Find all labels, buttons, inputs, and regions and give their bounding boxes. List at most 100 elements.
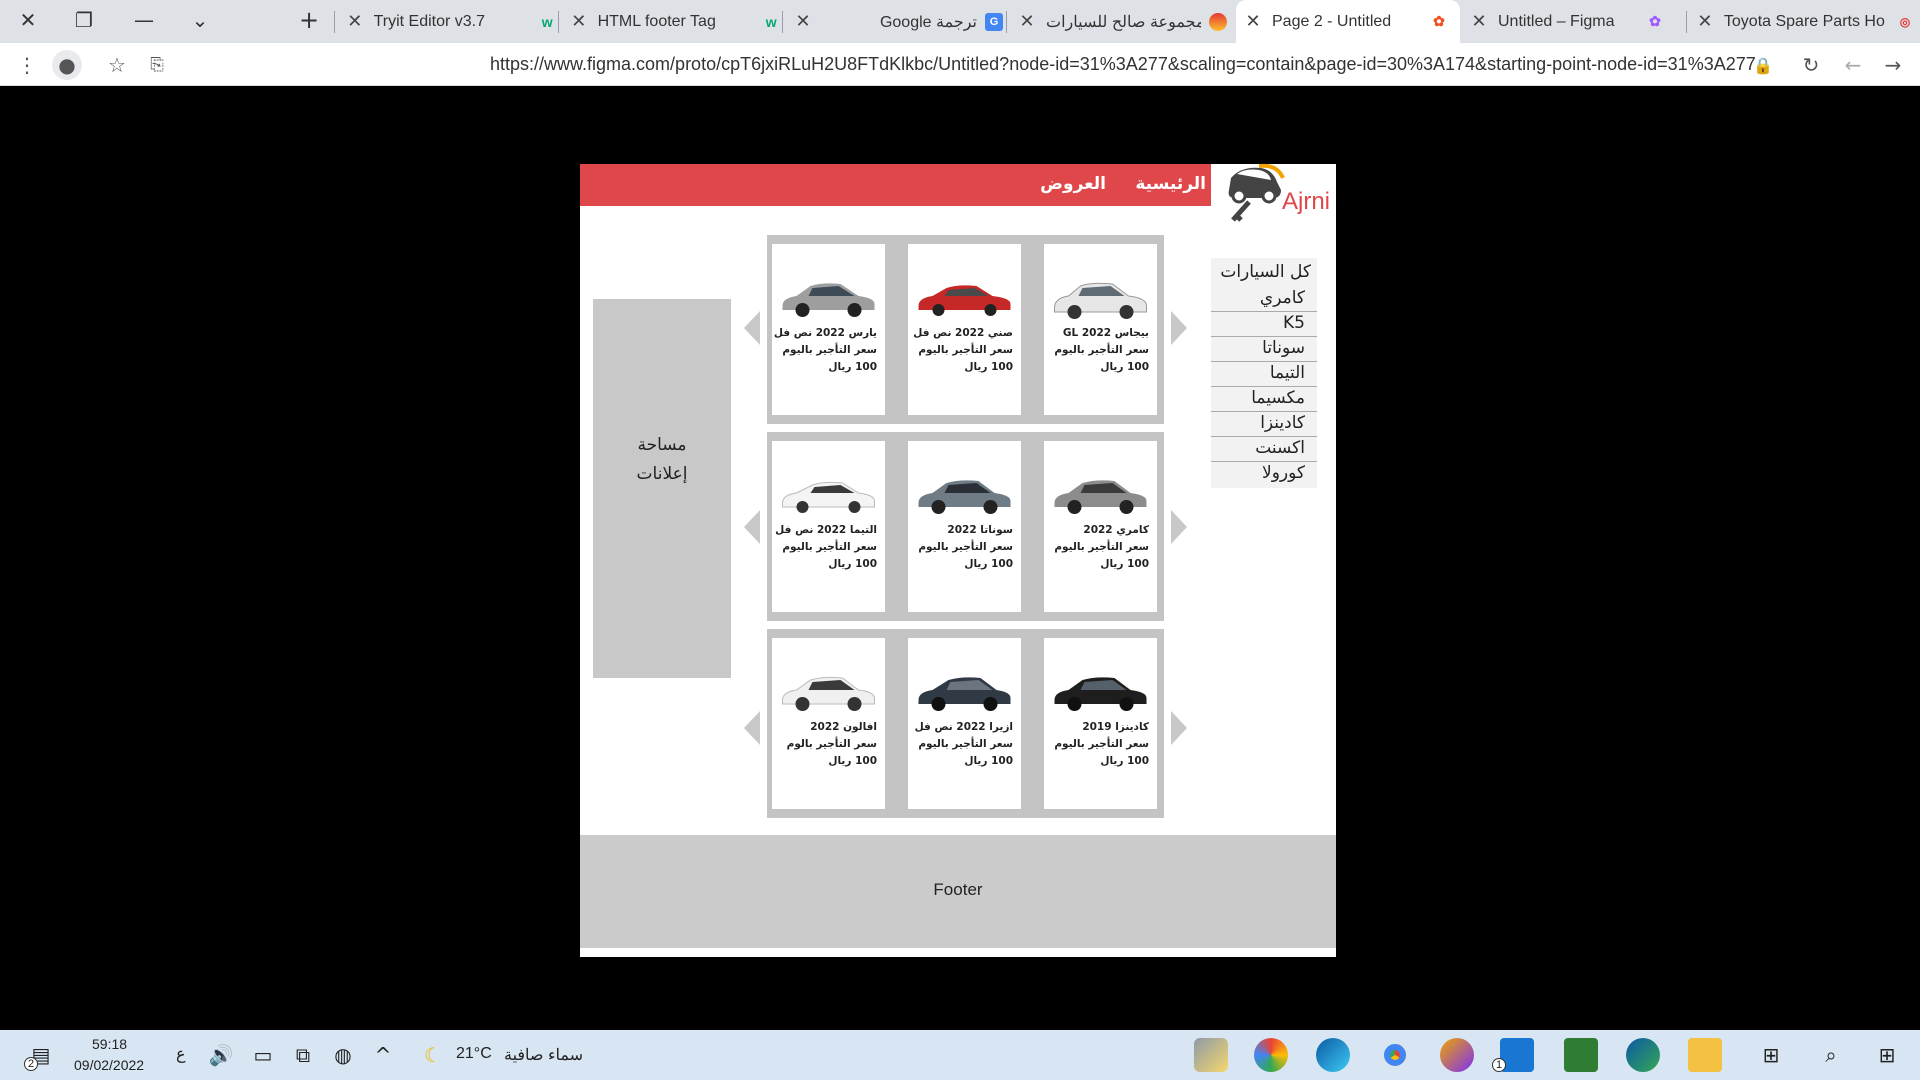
car-name: سوناتا 2022 [947, 524, 1013, 536]
close-tab-icon[interactable]: ✕ [568, 11, 590, 32]
tab-saleh-cars[interactable]: ✕ مجموعة صالح للسيارات [1016, 0, 1228, 43]
row1-next-arrow-icon[interactable] [1171, 311, 1187, 345]
brave-app-icon[interactable] [1440, 1038, 1474, 1072]
tab-google-translate[interactable]: ✕ Google ترجمة G [792, 0, 1004, 43]
car-card-pegas[interactable]: بيجاس GL 2022 سعر التأجير باليوم 100 ريا… [1044, 244, 1157, 415]
volume-icon[interactable]: 🔊 [206, 1040, 236, 1070]
close-tab-icon[interactable]: ✕ [1694, 11, 1716, 32]
new-tab-button[interactable]: + [294, 0, 324, 40]
car-price-label: سعر التأجير باليوم [1054, 344, 1149, 356]
clock-time[interactable]: 59:18 [92, 1036, 127, 1052]
car-price-label: سعر التأجير باليوم [1054, 541, 1149, 553]
clock-date[interactable]: 09/02/2022 [74, 1057, 144, 1073]
sidebar-item-maxima[interactable]: مكسيما [1211, 388, 1305, 408]
car-card-avalon[interactable]: افالون 2022 سعر التأجير بالوم 100 ريال [772, 638, 885, 809]
weather-temperature[interactable]: 21°C [456, 1045, 492, 1063]
car-card-azera[interactable]: ازيرا 2022 نص فل سعر التأجير باليوم 100 … [908, 638, 1021, 809]
row3-prev-arrow-icon[interactable] [744, 711, 760, 745]
car-image [782, 283, 875, 317]
tab-untitled-figma[interactable]: ✕ Untitled – Figma ✿ [1468, 0, 1668, 43]
car-price: 100 ريال [828, 755, 877, 767]
close-tab-icon[interactable]: ✕ [344, 11, 366, 32]
car-card-yaris[interactable]: يارس 2022 نص فل سعر التأجير باليوم 100 ر… [772, 244, 885, 415]
edge-dev-app-icon[interactable] [1626, 1038, 1660, 1072]
forward-arrow-icon[interactable]: → [1878, 50, 1908, 80]
ads-label-line1: مساحة [637, 435, 687, 455]
network-icon[interactable]: ◍ [328, 1040, 358, 1070]
sidebar-item-camry[interactable]: كامري [1211, 288, 1305, 308]
sidebar-item-accent[interactable]: اكسنت [1211, 438, 1305, 458]
tab-separator [1006, 11, 1007, 33]
car-price: 100 ريال [828, 361, 877, 373]
car-price-label: سعر التأجير بالوم [786, 738, 877, 750]
minimize-window-icon[interactable]: — [116, 0, 172, 40]
url-field[interactable]: https://www.figma.com/proto/cpT6jxiRLuH2… [490, 54, 1756, 75]
car-image [1054, 480, 1147, 514]
sidebar-item-cadenza[interactable]: كادينزا [1211, 413, 1305, 433]
car-card-altima[interactable]: التيما 2022 نص فل سعر التأجير باليوم 100… [772, 441, 885, 612]
mail-badge: 1 [1492, 1058, 1506, 1072]
tab-title: Toyota Spare Parts Ho [1723, 12, 1885, 30]
close-window-icon[interactable]: ✕ [0, 0, 56, 40]
windows-start-icon[interactable]: ⊞ [1872, 1040, 1902, 1070]
back-arrow-icon[interactable]: ← [1838, 50, 1868, 80]
chrome-canary-app-icon[interactable] [1254, 1038, 1288, 1072]
lock-icon: 🔒 [1753, 55, 1773, 75]
car-price-label: سعر التأجير باليوم [782, 344, 877, 356]
car-name: يارس 2022 نص فل [773, 327, 877, 339]
row2-next-arrow-icon[interactable] [1171, 510, 1187, 544]
sidebar-item-corolla[interactable]: كورولا [1211, 463, 1305, 483]
tab-separator [1686, 11, 1687, 33]
row1-prev-arrow-icon[interactable] [744, 311, 760, 345]
tab-toyota-spare-parts[interactable]: ✕ Toyota Spare Parts Ho ◎ [1694, 0, 1914, 43]
car-price: 100 ريال [964, 361, 1013, 373]
profile-avatar-icon[interactable]: ● [52, 50, 82, 80]
car-card-sunny[interactable]: صني 2022 نص فل سعر التأجير باليوم 100 ري… [908, 244, 1021, 415]
car-card-sonata[interactable]: سوناتا 2022 سعر التأجير باليوم 100 ريال [908, 441, 1021, 612]
site-icon: ◎ [1899, 14, 1911, 29]
tab-search-chevron-icon[interactable]: ⌄ [172, 0, 228, 40]
divider [1211, 436, 1317, 437]
sidebar-item-sonata[interactable]: سوناتا [1211, 338, 1305, 358]
sidebar-item-altima[interactable]: التيما [1211, 363, 1305, 383]
weather-description[interactable]: سماء صافية [504, 1045, 583, 1065]
tab-title: Page 2 - Untitled [1272, 12, 1392, 30]
ads-label-line2: إعلانات [636, 464, 688, 484]
search-icon[interactable]: ⌕ [1816, 1040, 1846, 1070]
close-tab-icon[interactable]: ✕ [1016, 11, 1038, 32]
close-tab-icon[interactable]: ✕ [1242, 11, 1264, 32]
logo[interactable]: Ajrni [1211, 164, 1336, 228]
nav-home-link[interactable]: الرئيسية [1135, 174, 1206, 194]
share-icon[interactable]: ⎘ [142, 50, 172, 80]
meet-now-icon[interactable]: ⧉ [288, 1040, 318, 1070]
battery-icon[interactable]: ▭ [248, 1040, 278, 1070]
paint-app-icon[interactable] [1194, 1038, 1228, 1072]
car-image [782, 676, 875, 711]
nav-offers-link[interactable]: العروض [1040, 174, 1106, 194]
close-tab-icon[interactable]: ✕ [1468, 11, 1490, 32]
games-app-icon[interactable] [1564, 1038, 1598, 1072]
show-hidden-icons-chevron-icon[interactable]: ^ [368, 1040, 398, 1070]
menu-dots-icon[interactable]: ⋮ [12, 50, 42, 80]
input-language-indicator[interactable]: ع [176, 1044, 186, 1064]
address-bar: ⋮ ● ☆ ⎘ https://www.figma.com/proto/cpT6… [0, 43, 1920, 86]
restore-window-icon[interactable]: ❐ [56, 0, 112, 40]
tab-html-footer[interactable]: ✕ HTML footer Tag w [568, 0, 780, 43]
tab-page2-untitled[interactable]: ✕ Page 2 - Untitled ✿ [1236, 0, 1460, 43]
car-card-camry[interactable]: كامري 2022 سعر التأجير باليوم 100 ريال [1044, 441, 1157, 612]
sidebar-item-k5[interactable]: K5 [1211, 313, 1305, 333]
tab-tryit-editor[interactable]: ✕ Tryit Editor v3.7 w [344, 0, 556, 43]
car-card-cadenza[interactable]: كادينزا 2019 سعر التأجير باليوم 100 ريال [1044, 638, 1157, 809]
divider [1211, 411, 1317, 412]
chrome-app-icon[interactable] [1378, 1038, 1412, 1072]
edge-app-icon[interactable] [1316, 1038, 1350, 1072]
bookmark-star-icon[interactable]: ☆ [102, 50, 132, 80]
file-explorer-app-icon[interactable] [1688, 1038, 1722, 1072]
close-tab-icon[interactable]: ✕ [792, 11, 814, 32]
reload-icon[interactable]: ↻ [1796, 50, 1826, 80]
weather-moon-icon[interactable]: ☾ [418, 1040, 448, 1070]
task-view-icon[interactable]: ⊞ [1756, 1040, 1786, 1070]
row3-next-arrow-icon[interactable] [1171, 711, 1187, 745]
car-row-3: كادينزا 2019 سعر التأجير باليوم 100 ريال… [767, 629, 1164, 818]
row2-prev-arrow-icon[interactable] [744, 510, 760, 544]
